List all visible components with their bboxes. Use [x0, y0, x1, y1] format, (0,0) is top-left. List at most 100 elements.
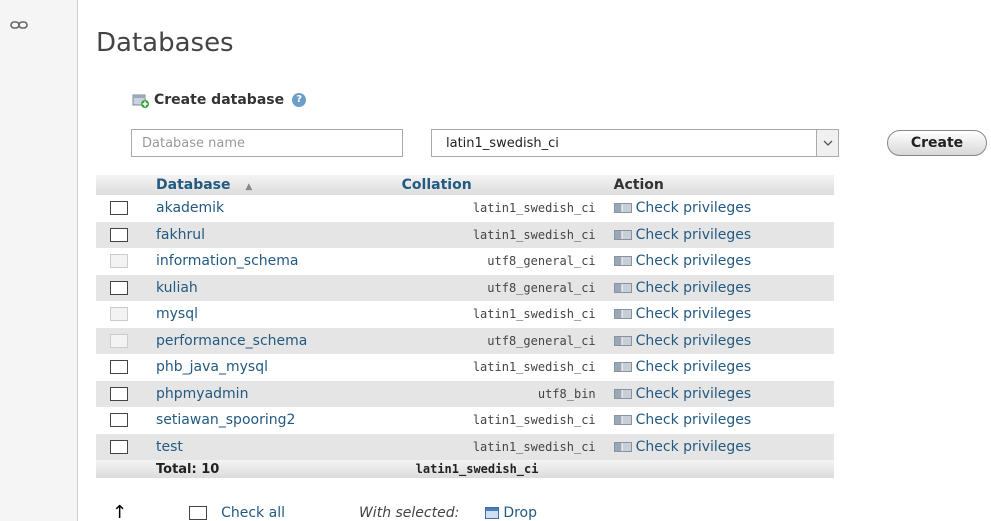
database-name-cell: akademik: [152, 195, 398, 222]
row-checkbox-cell: [96, 407, 152, 434]
databases-table: Database ▲ Collation Action akademik lati…: [96, 175, 834, 478]
page-title: Databases: [96, 28, 234, 58]
header-database-label: Database: [156, 177, 231, 193]
header-action: Action: [609, 175, 834, 195]
database-link[interactable]: information_schema: [156, 253, 299, 269]
privileges-icon: [613, 441, 632, 452]
table-row: test latin1_swedish_ci Check privileges: [96, 433, 834, 460]
collation-cell: latin1_swedish_ci: [397, 221, 610, 248]
databases-table-body: akademik latin1_swedish_ci Check privilege…: [96, 195, 834, 478]
database-add-icon: [132, 94, 149, 108]
collation-cell: utf8_general_ci: [397, 248, 610, 275]
database-link[interactable]: fakhrul: [156, 227, 205, 243]
action-cell: Check privileges: [609, 354, 834, 381]
check-privileges-link[interactable]: Check privileges: [636, 200, 752, 216]
database-link[interactable]: mysql: [156, 306, 198, 322]
row-checkbox[interactable]: [110, 227, 128, 242]
database-name-cell: test: [152, 433, 398, 460]
action-cell: Check privileges: [609, 301, 834, 328]
row-checkbox-cell: [96, 274, 152, 301]
navigation-sidebar: [0, 0, 78, 521]
check-privileges-link[interactable]: Check privileges: [636, 359, 752, 375]
database-link[interactable]: akademik: [156, 200, 224, 216]
collation-cell: utf8_bin: [397, 380, 610, 407]
row-checkbox-cell: [96, 327, 152, 354]
row-checkbox: [110, 254, 128, 269]
sort-ascending-icon: ▲: [245, 182, 253, 192]
database-link[interactable]: phb_java_mysql: [156, 359, 268, 375]
action-cell: Check privileges: [609, 274, 834, 301]
database-name-cell: fakhrul: [152, 221, 398, 248]
row-checkbox[interactable]: [110, 386, 128, 401]
header-collation[interactable]: Collation: [397, 175, 610, 195]
row-checkbox[interactable]: [110, 413, 128, 428]
row-checkbox[interactable]: [110, 201, 128, 216]
action-cell: Check privileges: [609, 248, 834, 275]
check-privileges-link[interactable]: Check privileges: [636, 280, 752, 296]
link-icon[interactable]: [10, 20, 28, 30]
check-privileges-link[interactable]: Check privileges: [636, 412, 752, 428]
database-name-cell: mysql: [152, 301, 398, 328]
privileges-icon: [613, 309, 632, 320]
action-cell: Check privileges: [609, 221, 834, 248]
row-checkbox[interactable]: [110, 280, 128, 295]
total-action-spacer: [609, 460, 834, 478]
row-checkbox[interactable]: [110, 360, 128, 375]
database-link[interactable]: performance_schema: [156, 333, 307, 349]
privileges-icon: [613, 256, 632, 267]
database-link[interactable]: phpmyadmin: [156, 386, 248, 402]
table-row: fakhrul latin1_swedish_ci Check privileges: [96, 221, 834, 248]
privileges-icon: [613, 362, 632, 373]
arrow-up-icon: ↑: [112, 502, 128, 521]
header-database[interactable]: Database ▲: [152, 175, 398, 195]
table-row: information_schema utf8_general_ci Check p…: [96, 248, 834, 275]
privileges-icon: [613, 335, 632, 346]
check-all-label[interactable]: Check all: [221, 505, 285, 521]
check-all-checkbox[interactable]: [189, 506, 208, 520]
database-link[interactable]: test: [156, 439, 183, 455]
check-privileges-link[interactable]: Check privileges: [636, 306, 752, 322]
table-row: performance_schema utf8_general_ci Check p…: [96, 327, 834, 354]
privileges-icon: [613, 415, 632, 426]
with-selected-label: With selected:: [358, 505, 460, 521]
create-database-heading: Create database ?: [132, 92, 307, 108]
action-cell: Check privileges: [609, 380, 834, 407]
database-name-cell: information_schema: [152, 248, 398, 275]
row-checkbox-cell: [96, 380, 152, 407]
database-link[interactable]: setiawan_spooring2: [156, 412, 295, 428]
total-row: Total: 10 latin1_swedish_ci: [96, 460, 834, 478]
table-row: mysql latin1_swedish_ci Check privileges: [96, 301, 834, 328]
check-privileges-link[interactable]: Check privileges: [636, 227, 752, 243]
check-privileges-link[interactable]: Check privileges: [636, 386, 752, 402]
row-checkbox-cell: [96, 301, 152, 328]
create-button[interactable]: Create: [887, 130, 987, 156]
collation-cell: latin1_swedish_ci: [397, 301, 610, 328]
table-row: phpmyadmin utf8_bin Check privileges: [96, 380, 834, 407]
collation-select[interactable]: latin1_swedish_ci: [431, 129, 839, 157]
check-privileges-link[interactable]: Check privileges: [636, 439, 752, 455]
chevron-down-icon[interactable]: [816, 130, 838, 156]
collation-select-value: latin1_swedish_ci: [446, 135, 559, 151]
database-link[interactable]: kuliah: [156, 280, 198, 296]
database-name-cell: performance_schema: [152, 327, 398, 354]
action-cell: Check privileges: [609, 433, 834, 460]
row-checkbox[interactable]: [110, 439, 128, 454]
table-row: akademik latin1_swedish_ci Check privilege…: [96, 195, 834, 222]
table-row: setiawan_spooring2 latin1_swedish_ci Check…: [96, 407, 834, 434]
check-privileges-link[interactable]: Check privileges: [636, 333, 752, 349]
row-checkbox-cell: [96, 248, 152, 275]
collation-cell: latin1_swedish_ci: [397, 433, 610, 460]
total-label: Total: 10: [152, 460, 398, 478]
header-checkbox-column: [96, 175, 152, 195]
table-header-row: Database ▲ Collation Action: [96, 175, 834, 195]
database-name-input[interactable]: [131, 129, 403, 157]
row-checkbox-cell: [96, 195, 152, 222]
privileges-icon: [613, 388, 632, 399]
drop-button[interactable]: Drop: [503, 505, 537, 521]
total-spacer-cell: [96, 460, 152, 478]
drop-icon: [485, 507, 500, 519]
check-privileges-link[interactable]: Check privileges: [636, 253, 752, 269]
collation-cell: utf8_general_ci: [397, 327, 610, 354]
privileges-icon: [613, 282, 632, 293]
help-icon[interactable]: ?: [292, 93, 307, 107]
